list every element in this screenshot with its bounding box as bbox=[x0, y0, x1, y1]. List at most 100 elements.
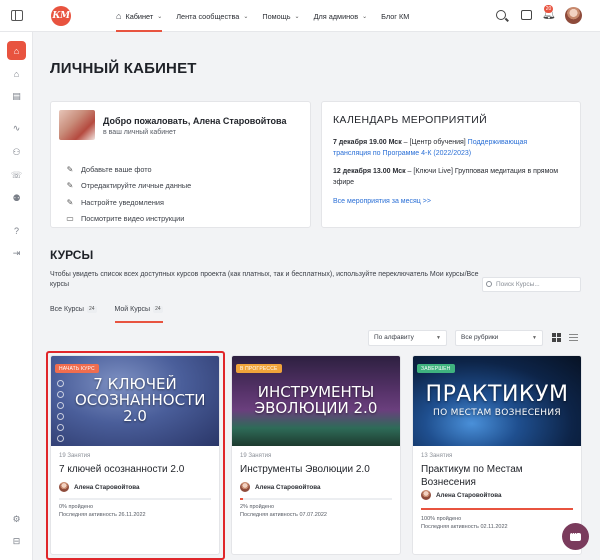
tab-my-courses[interactable]: Мой Курсы 24 bbox=[114, 306, 163, 324]
chevron-down-icon: ⌄ bbox=[243, 13, 249, 20]
grid-view-icon[interactable] bbox=[552, 333, 561, 342]
page-title: ЛИЧНЫЙ КАБИНЕТ bbox=[50, 60, 197, 77]
courses-description: Чтобы увидеть список всех доступных курс… bbox=[50, 271, 479, 288]
notification-badge: 20 bbox=[544, 5, 553, 13]
groups-icon[interactable]: ⚇ bbox=[7, 143, 26, 162]
menu-item-label: Блог КМ bbox=[381, 11, 410, 21]
search-icon[interactable] bbox=[496, 10, 506, 20]
main-menu: ⌂ Кабинет ⌄ Лента сообщества ⌄ Помощь ⌄ … bbox=[116, 0, 423, 32]
book-icon[interactable]: ▤ bbox=[7, 87, 26, 106]
welcome-link-notifications[interactable]: ✎ Настройте уведомления bbox=[65, 194, 191, 211]
tab-all-courses[interactable]: Все Курсы 24 bbox=[50, 306, 97, 324]
course-author[interactable]: Алена Старовойтова bbox=[421, 490, 502, 500]
progress-label: 100% пройдено bbox=[421, 516, 462, 522]
welcome-link-label: Настройте уведомления bbox=[81, 197, 164, 207]
lessons-count: 19 Занятия bbox=[59, 453, 91, 459]
calendar-event: 7 декабря 19.00 Мск – [Центр обучения] П… bbox=[333, 138, 565, 159]
home-icon[interactable]: ⌂ bbox=[7, 41, 26, 60]
calendar-title: КАЛЕНДАРЬ МЕРОПРИЯТИЙ bbox=[333, 114, 487, 126]
category-value: Все рубрики bbox=[461, 334, 499, 341]
tab-label: Все Курсы bbox=[50, 306, 84, 313]
course-author[interactable]: Алена Старовойтова bbox=[240, 482, 321, 492]
avatar[interactable] bbox=[565, 7, 582, 24]
avatar bbox=[421, 490, 431, 500]
pencil-icon: ✎ bbox=[66, 197, 74, 207]
menu-item-cabinet[interactable]: ⌂ Кабинет ⌄ bbox=[116, 0, 163, 32]
menu-item-label: Для админов bbox=[313, 11, 359, 21]
course-card[interactable]: ПРАКТИКУМ ПО МЕСТАМ ВОЗНЕСЕНИЯ ЗАВЕРШЕН … bbox=[412, 355, 582, 555]
category-select[interactable]: Все рубрики ▼ bbox=[455, 330, 543, 346]
courses-title: КУРСЫ bbox=[50, 248, 94, 262]
last-activity: Последняя активность 07.07.2022 bbox=[240, 512, 327, 518]
event-time: 12 декабря 13.00 Мск bbox=[333, 168, 406, 175]
calendar-event: 12 декабря 13.00 Мск – [Ключи Live] Груп… bbox=[333, 167, 565, 188]
welcome-link-videos[interactable]: ▭ Посмотрите видео инструкции bbox=[65, 211, 191, 228]
progress-label: 0% пройдено bbox=[59, 504, 94, 510]
banner-title: ПРАКТИКУМ bbox=[425, 382, 569, 408]
welcome-link-profile[interactable]: ✎ Отредактируйте личные данные bbox=[65, 178, 192, 195]
search-icon bbox=[486, 281, 492, 287]
forum-icon[interactable]: ☏ bbox=[7, 166, 26, 185]
course-title[interactable]: Практикум по Местам Вознесения bbox=[421, 464, 571, 489]
welcome-link-photo[interactable]: ✎ Добавьте ваше фото bbox=[65, 161, 191, 178]
sort-value: По алфавиту bbox=[374, 334, 414, 341]
chakra-symbols bbox=[57, 380, 67, 457]
top-nav: КМ ⌂ Кабинет ⌄ Лента сообщества ⌄ Помощь… bbox=[0, 0, 600, 32]
all-events-link[interactable]: Все мероприятия за месяц >> bbox=[333, 198, 431, 205]
status-badge: НАЧАТЬ КУРС bbox=[55, 364, 99, 373]
pencil-icon: ✎ bbox=[66, 181, 74, 191]
events-calendar-card: КАЛЕНДАРЬ МЕРОПРИЯТИЙ 7 декабря 19.00 Мс… bbox=[321, 101, 581, 228]
menu-item-blog[interactable]: Блог КМ bbox=[381, 0, 409, 32]
banner-title-block: ПРАКТИКУМ ПО МЕСТАМ ВОЗНЕСЕНИЯ bbox=[426, 383, 569, 419]
author-name: Алена Старовойтова bbox=[255, 483, 321, 491]
last-activity: Последняя активность 02.11.2022 bbox=[421, 524, 508, 530]
avatar bbox=[240, 482, 250, 492]
progress-bar bbox=[59, 498, 211, 500]
course-author[interactable]: Алена Старовойтова bbox=[59, 482, 140, 492]
course-title[interactable]: 7 ключей осознанности 2.0 bbox=[59, 464, 209, 477]
status-badge: В ПРОГРЕССЕ bbox=[236, 364, 282, 373]
logo[interactable]: КМ bbox=[51, 6, 71, 26]
progress-label: 2% пройдено bbox=[240, 504, 275, 510]
courses-search-input[interactable]: Поиск Курсы... bbox=[482, 277, 581, 292]
status-badge: ЗАВЕРШЕН bbox=[417, 364, 455, 373]
menu-item-label: Лента сообщества bbox=[176, 11, 240, 21]
menu-item-community-feed[interactable]: Лента сообщества ⌄ bbox=[176, 0, 248, 32]
menu-item-label: Кабинет bbox=[125, 11, 154, 21]
welcome-link-label: Добавьте ваше фото bbox=[81, 164, 152, 174]
menu-item-label: Помощь bbox=[262, 11, 291, 21]
profile-photo[interactable] bbox=[59, 110, 95, 140]
sidebar-toggle-icon[interactable] bbox=[11, 10, 23, 21]
chat-button[interactable] bbox=[562, 523, 589, 550]
welcome-link-label: Посмотрите видео инструкции bbox=[81, 214, 185, 224]
welcome-subtitle: в ваш личный кабинет bbox=[103, 129, 176, 136]
sort-select[interactable]: По алфавиту ▼ bbox=[368, 330, 447, 346]
gear-icon[interactable]: ⚙ bbox=[7, 510, 26, 529]
logout-icon[interactable]: ⇥ bbox=[7, 244, 26, 263]
menu-item-help[interactable]: Помощь ⌄ bbox=[262, 0, 299, 32]
graduation-cap-icon[interactable]: ⌂ bbox=[7, 64, 26, 83]
search-placeholder: Поиск Курсы... bbox=[496, 281, 540, 288]
progress-bar bbox=[421, 508, 573, 510]
course-title[interactable]: Инструменты Эволюции 2.0 bbox=[240, 464, 390, 477]
last-activity: Последняя активность 26.11.2022 bbox=[59, 512, 146, 518]
chevron-down-icon: ▼ bbox=[436, 335, 441, 341]
tab-count: 24 bbox=[86, 306, 97, 313]
menu-item-admins[interactable]: Для админов ⌄ bbox=[314, 0, 368, 32]
progress-fill bbox=[240, 498, 244, 500]
help-icon[interactable]: ? bbox=[7, 221, 26, 240]
banner-title: 7 КЛЮЧЕЙ ОСОЗНАННОСТИ 2.0 bbox=[75, 375, 206, 425]
tab-label: Мой Курсы bbox=[114, 306, 151, 313]
members-icon[interactable]: ⚉ bbox=[7, 189, 26, 208]
author-name: Алена Старовойтова bbox=[74, 483, 140, 491]
collapse-icon[interactable]: ⊟ bbox=[7, 532, 26, 551]
course-card[interactable]: 7 КЛЮЧЕЙ ОСОЗНАННОСТИ 2.0 НАЧАТЬ КУРС 19… bbox=[50, 355, 220, 555]
course-card[interactable]: ИНСТРУМЕНТЫ ЭВОЛЮЦИИ 2.0 В ПРОГРЕССЕ 19 … bbox=[231, 355, 401, 555]
event-text: – [Центр обучения] bbox=[401, 139, 468, 146]
event-time: 7 декабря 19.00 Мск bbox=[333, 139, 402, 146]
activity-icon[interactable]: ∿ bbox=[7, 119, 26, 138]
list-view-icon[interactable] bbox=[569, 334, 578, 342]
progress-fill bbox=[421, 508, 573, 510]
video-icon: ▭ bbox=[66, 214, 74, 224]
messages-icon[interactable] bbox=[521, 10, 532, 20]
